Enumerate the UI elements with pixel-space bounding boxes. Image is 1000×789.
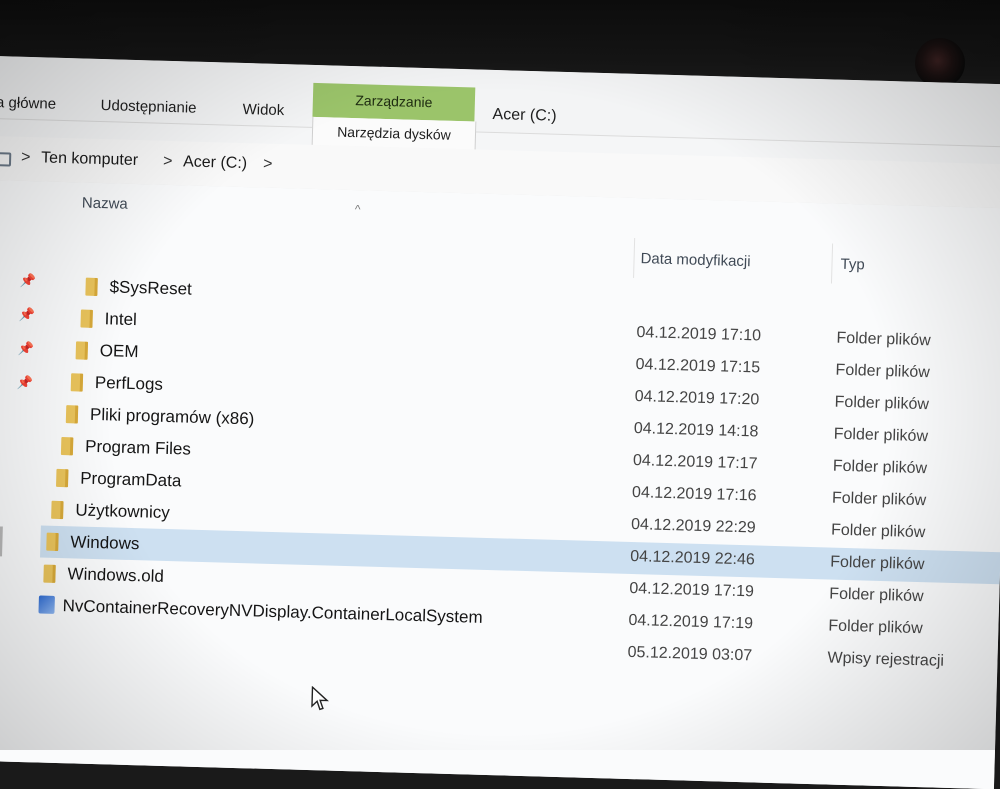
pin-icon[interactable]: 📌 bbox=[18, 341, 36, 359]
registry-file-icon bbox=[38, 595, 55, 614]
file-name: ProgramData bbox=[79, 468, 182, 491]
file-date: 04.12.2019 17:17 bbox=[632, 452, 758, 473]
folder-icon bbox=[85, 277, 98, 296]
file-type: Folder plików bbox=[829, 585, 924, 606]
column-header-name[interactable]: Nazwa bbox=[82, 195, 128, 213]
chevron-right-icon[interactable]: > bbox=[263, 156, 273, 174]
sort-ascending-icon: ^ bbox=[354, 202, 361, 217]
file-name: PerfLogs bbox=[94, 372, 164, 394]
file-date: 04.12.2019 22:29 bbox=[630, 515, 756, 537]
folder-icon bbox=[46, 532, 59, 551]
tab-view[interactable]: Widok bbox=[242, 101, 284, 119]
file-list-pane: 📌 📌 📌 📌 Nazwa ^ Data modyfikacji Typ $Sy… bbox=[0, 179, 1000, 789]
file-name: Windows.old bbox=[67, 564, 165, 586]
file-explorer-window: ia główne Udostępnianie Widok Zarządzani… bbox=[0, 56, 1000, 789]
breadcrumb-drive-c[interactable]: Acer (C:) bbox=[183, 153, 247, 173]
column-divider[interactable] bbox=[830, 243, 834, 284]
column-header-type[interactable]: Typ bbox=[840, 256, 865, 274]
column-header-date[interactable]: Data modyfikacji bbox=[640, 250, 750, 270]
pin-icon[interactable]: 📌 bbox=[19, 273, 37, 291]
column-divider[interactable] bbox=[633, 237, 636, 278]
computer-icon bbox=[0, 152, 12, 167]
chevron-right-icon[interactable]: > bbox=[21, 149, 31, 167]
folder-icon bbox=[75, 341, 89, 360]
mouse-cursor-icon bbox=[311, 686, 329, 711]
file-name: Pliki programów (x86) bbox=[89, 404, 255, 429]
tab-share[interactable]: Udostępnianie bbox=[100, 97, 196, 117]
webcam bbox=[915, 38, 965, 88]
file-name: Program Files bbox=[84, 436, 192, 459]
file-name: Użytkownicy bbox=[75, 500, 171, 523]
pin-icon[interactable]: 📌 bbox=[17, 375, 35, 393]
folder-icon bbox=[80, 309, 93, 328]
file-date: 04.12.2019 17:10 bbox=[636, 324, 762, 345]
file-type: Wpisy rejestracji bbox=[827, 649, 945, 670]
tab-home[interactable]: ia główne bbox=[0, 94, 56, 113]
file-type: Folder plików bbox=[833, 425, 929, 446]
file-type: Folder plików bbox=[829, 553, 925, 574]
file-date: 05.12.2019 03:07 bbox=[627, 643, 753, 665]
file-date: 04.12.2019 17:20 bbox=[634, 388, 760, 409]
pin-icon[interactable]: 📌 bbox=[19, 307, 37, 325]
file-type: Folder plików bbox=[828, 617, 923, 638]
file-date: 04.12.2019 17:16 bbox=[631, 483, 757, 505]
file-name: Windows bbox=[70, 532, 140, 554]
file-type: Folder plików bbox=[834, 393, 930, 414]
chevron-right-icon[interactable]: > bbox=[163, 153, 173, 171]
folder-icon bbox=[60, 437, 74, 456]
folder-icon bbox=[51, 500, 64, 520]
breadcrumb-this-pc[interactable]: Ten komputer bbox=[41, 149, 138, 170]
window-title: Acer (C:) bbox=[492, 105, 557, 125]
navigation-pane-selection[interactable] bbox=[0, 525, 3, 557]
folder-icon bbox=[43, 564, 56, 583]
file-type: Folder plików bbox=[835, 361, 931, 382]
file-name: Intel bbox=[104, 309, 138, 330]
folder-icon bbox=[55, 468, 69, 488]
file-date: 04.12.2019 14:18 bbox=[633, 420, 759, 441]
folder-icon bbox=[70, 373, 84, 392]
file-name: OEM bbox=[99, 341, 139, 362]
file-date: 04.12.2019 22:46 bbox=[630, 547, 756, 569]
file-type: Folder plików bbox=[831, 489, 927, 510]
file-type: Folder plików bbox=[836, 329, 931, 350]
file-name: $SysReset bbox=[109, 277, 193, 299]
file-date: 04.12.2019 17:15 bbox=[635, 356, 761, 377]
folder-icon bbox=[65, 405, 79, 424]
file-type: Folder plików bbox=[830, 521, 926, 542]
file-date: 04.12.2019 17:19 bbox=[628, 611, 754, 633]
file-type: Folder plików bbox=[832, 457, 928, 478]
file-date: 04.12.2019 17:19 bbox=[629, 579, 755, 601]
